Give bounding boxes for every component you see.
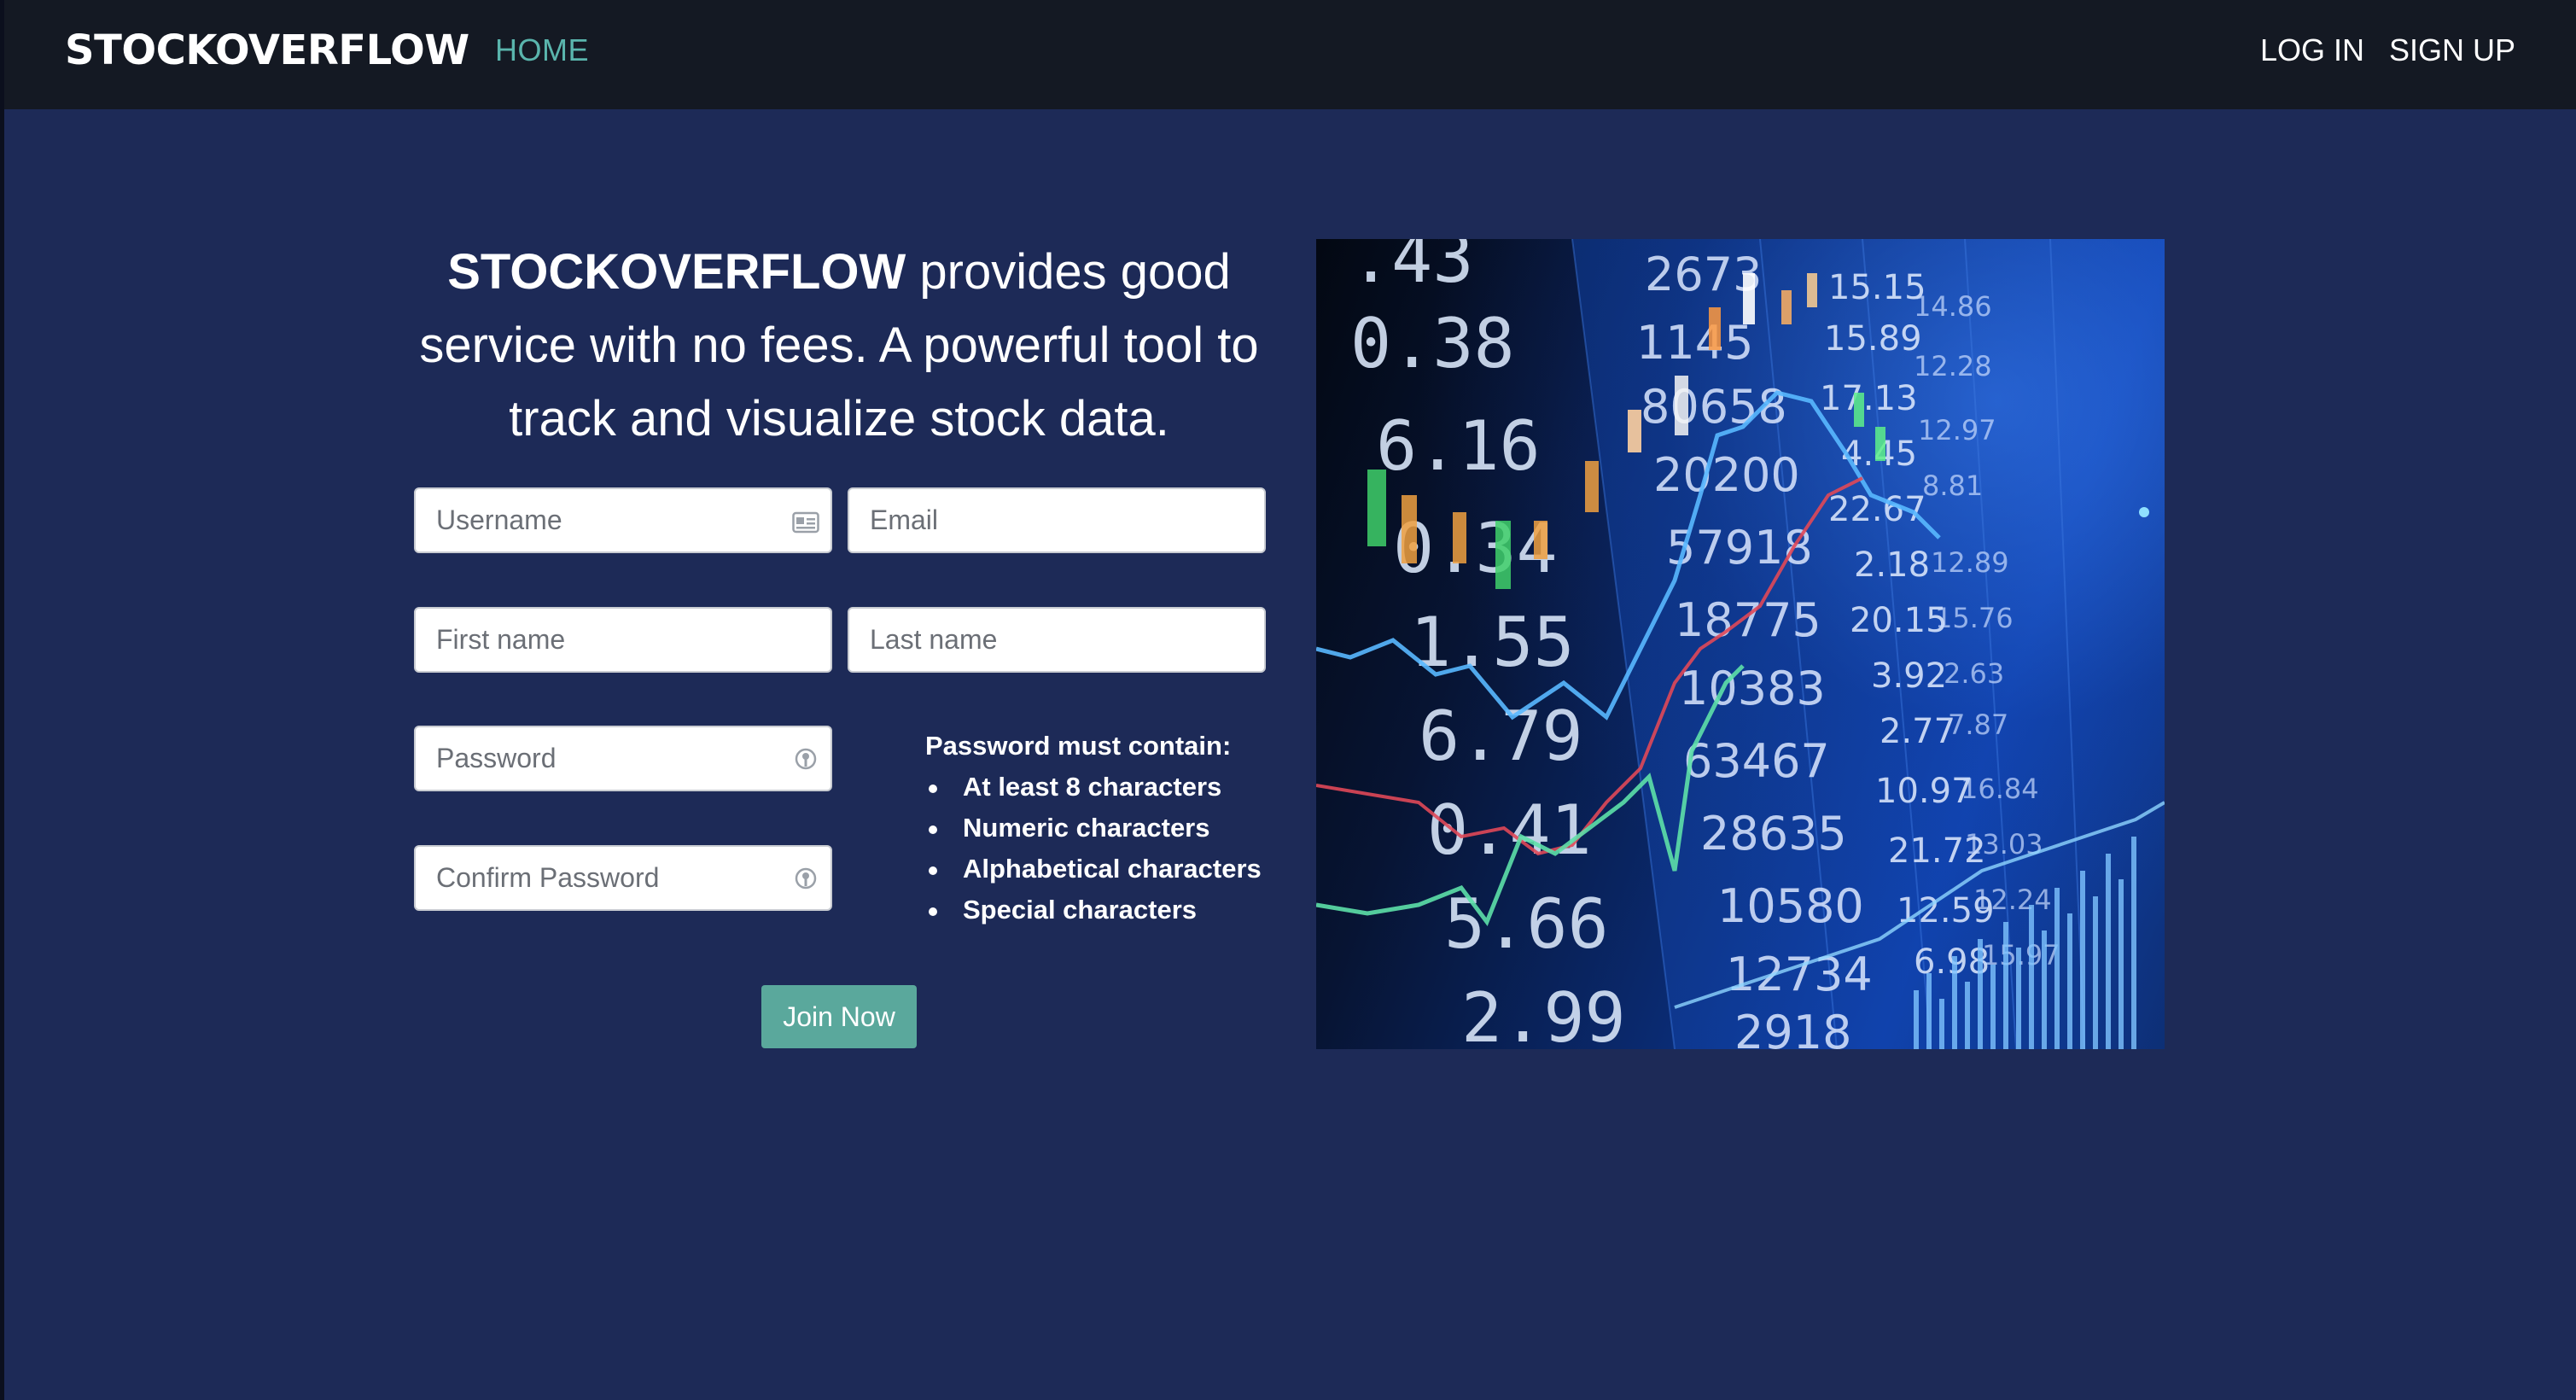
ticker-number: 7.87	[1948, 709, 2008, 741]
ticker-number: 1.55	[1410, 603, 1575, 682]
ticker-number: 2.77	[1880, 712, 1955, 751]
email-input[interactable]	[870, 489, 1244, 551]
ticker-number: 10.97	[1875, 772, 1973, 811]
requirement-item: Special characters	[925, 890, 1262, 930]
ticker-number: 10383	[1679, 662, 1826, 715]
confirm-password-field[interactable]	[414, 845, 832, 911]
requirements-title: Password must contain:	[925, 731, 1232, 761]
ticker-number: 17.13	[1820, 379, 1918, 418]
first-name-input[interactable]	[436, 609, 810, 671]
join-now-button[interactable]: Join Now	[761, 985, 917, 1048]
requirement-item: Numeric characters	[925, 808, 1262, 849]
ticker-number: 15.15	[1828, 268, 1926, 307]
nav-login-link[interactable]: LOG IN	[2260, 32, 2364, 68]
last-name-field[interactable]	[848, 607, 1266, 673]
ticker-number: 15.89	[1824, 319, 1922, 359]
requirements-list: At least 8 characters Numeric characters…	[925, 767, 1262, 930]
stock-chart-illustration: .43 0.38 6.16 0.34 1.55 6.79 0.41 5.66 2…	[1316, 239, 2165, 1049]
ticker-number: 20200	[1653, 448, 1800, 502]
requirement-item: At least 8 characters	[925, 767, 1262, 808]
password-field[interactable]	[414, 726, 832, 791]
nav-home-link[interactable]: HOME	[495, 32, 589, 68]
ticker-number: 12.89	[1931, 546, 2009, 579]
ticker-number: 28635	[1700, 807, 1847, 860]
ticker-number: 16.84	[1961, 773, 2039, 805]
email-field[interactable]	[848, 487, 1266, 553]
key-icon	[791, 746, 820, 775]
navbar: STOCKOVERFLOW HOME LOG IN SIGN UP	[4, 0, 2576, 109]
ticker-number: 10580	[1717, 879, 1864, 933]
ticker-number: 6.79	[1419, 697, 1583, 776]
tagline: STOCKOVERFLOW provides good service with…	[410, 236, 1268, 456]
last-name-input[interactable]	[870, 609, 1244, 671]
nav-signup-link[interactable]: SIGN UP	[2389, 32, 2515, 68]
ticker-number: 1145	[1636, 316, 1753, 370]
key-icon	[791, 866, 820, 895]
brand-logo[interactable]: STOCKOVERFLOW	[65, 26, 469, 74]
ticker-number: 14.86	[1914, 290, 1992, 323]
tagline-brand: STOCKOVERFLOW	[447, 244, 906, 300]
ticker-number: 20.15	[1850, 601, 1948, 640]
ticker-number: 8.81	[1922, 470, 1983, 502]
ticker-number: 0.34	[1393, 509, 1558, 588]
ticker-number: 63467	[1683, 734, 1830, 788]
contact-card-icon	[791, 508, 820, 537]
ticker-number: 2.99	[1461, 978, 1626, 1049]
requirement-item: Alphabetical characters	[925, 849, 1262, 890]
password-input[interactable]	[436, 727, 810, 790]
window-edge	[0, 0, 4, 1400]
ticker-number: 15.76	[1935, 602, 2014, 634]
first-name-field[interactable]	[414, 607, 832, 673]
ticker-number: 18775	[1675, 593, 1821, 647]
stock-chart-image: .43 0.38 6.16 0.34 1.55 6.79 0.41 5.66 2…	[1316, 239, 2165, 1049]
ticker-number: 6.16	[1376, 406, 1541, 486]
username-input[interactable]	[436, 489, 810, 551]
ticker-number: 2.63	[1944, 657, 2004, 690]
ticker-number: 3.92	[1871, 656, 1947, 696]
confirm-password-input[interactable]	[436, 847, 810, 909]
ticker-number: 12.28	[1914, 350, 1992, 382]
ticker-number: .43	[1350, 239, 1474, 298]
ticker-number: 2918	[1734, 1006, 1851, 1049]
password-requirements: Password must contain: At least 8 charac…	[925, 726, 1262, 930]
ticker-number: 12.97	[1918, 414, 1996, 446]
ticker-number: 12734	[1726, 948, 1873, 1001]
ticker-number: 0.38	[1350, 304, 1515, 383]
ticker-number: 12.24	[1973, 884, 2052, 916]
username-field[interactable]	[414, 487, 832, 553]
ticker-number: 2.18	[1854, 545, 1930, 585]
